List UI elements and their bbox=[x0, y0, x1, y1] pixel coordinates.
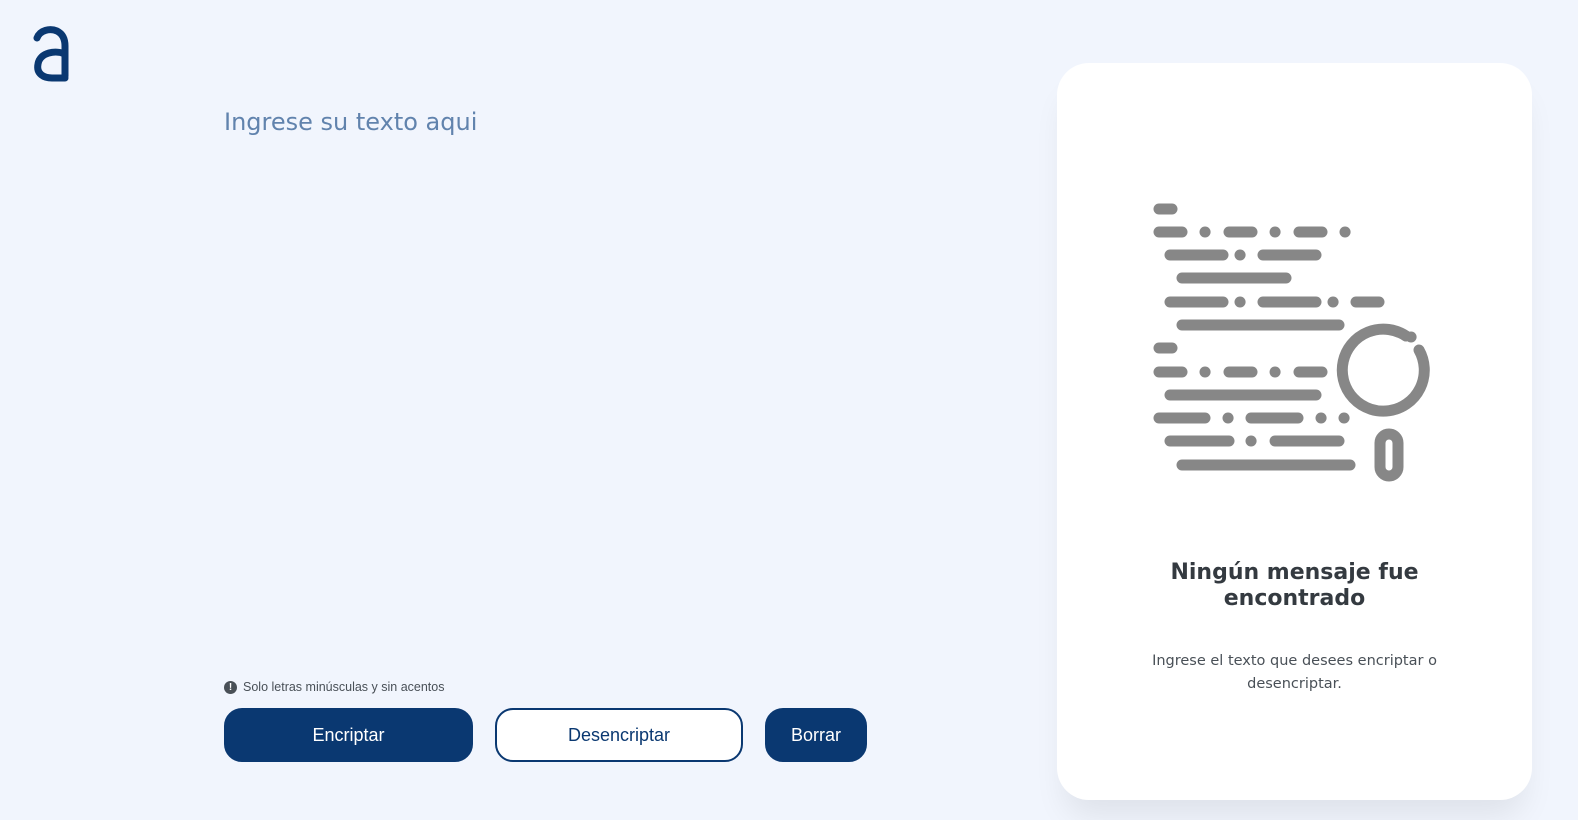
input-section: ! Solo letras minúsculas y sin acentos E… bbox=[224, 0, 884, 820]
panel-title-line-2: encontrado bbox=[1223, 586, 1366, 611]
page: ! Solo letras minúsculas y sin acentos E… bbox=[0, 0, 1578, 820]
hint-text: Solo letras minúsculas y sin acentos bbox=[243, 680, 445, 694]
encrypt-button[interactable]: Encriptar bbox=[224, 708, 473, 762]
panel-title-line-1: Ningún mensaje fue bbox=[1170, 560, 1419, 585]
output-panel: Ningún mensaje fue encontrado Ingrese el… bbox=[1057, 63, 1532, 800]
alura-logo-icon[interactable] bbox=[30, 26, 74, 82]
text-input[interactable] bbox=[224, 108, 864, 648]
document-search-icon bbox=[1153, 203, 1430, 482]
panel-description: Ingrese el texto que desees encriptar o … bbox=[1152, 653, 1437, 692]
clear-button[interactable]: Borrar bbox=[765, 708, 867, 762]
panel-title: Ningún mensaje fue encontrado bbox=[1057, 560, 1532, 612]
exclamation-circle-icon: ! bbox=[224, 680, 237, 694]
decrypt-button[interactable]: Desencriptar bbox=[495, 708, 743, 762]
input-hint: ! Solo letras minúsculas y sin acentos bbox=[224, 679, 444, 695]
